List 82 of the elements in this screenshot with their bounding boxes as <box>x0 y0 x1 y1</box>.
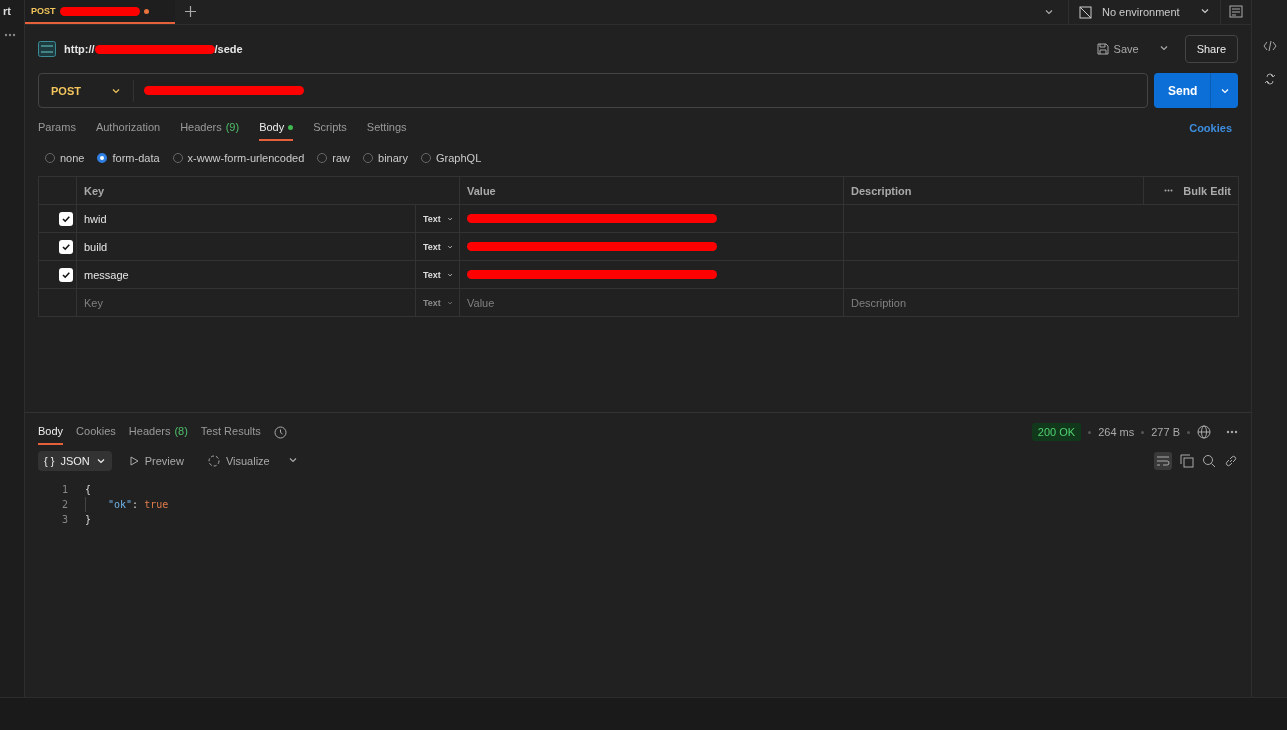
key-cell[interactable]: hwid <box>84 212 107 225</box>
history-icon[interactable] <box>273 425 287 439</box>
body-type-radio[interactable]: raw <box>317 152 351 164</box>
value-cell[interactable] <box>459 232 844 261</box>
chevron-down-icon <box>287 455 298 465</box>
response-time: 264 ms <box>1098 426 1135 438</box>
row-checkbox[interactable] <box>59 239 73 254</box>
key-field[interactable]: Key <box>84 296 103 309</box>
checkmark-icon <box>61 241 71 252</box>
environment-icon[interactable] <box>1229 5 1243 19</box>
status-badge: 200 OK <box>1031 423 1082 441</box>
code-line: { <box>85 484 92 495</box>
type-dropdown[interactable]: Text <box>415 205 459 232</box>
search-icon[interactable] <box>1202 454 1216 468</box>
no-environment-icon <box>1079 5 1092 19</box>
response-tab[interactable]: Headers (8) <box>128 419 188 445</box>
key-cell[interactable]: message <box>84 268 129 281</box>
method-dropdown[interactable]: POST <box>39 79 134 102</box>
wrap-lines-icon[interactable] <box>1154 452 1172 470</box>
preview-button[interactable]: Preview <box>123 454 190 468</box>
description-field[interactable]: Description <box>851 296 907 309</box>
row-checkbox[interactable] <box>59 267 73 282</box>
line-number: 1 <box>60 484 69 495</box>
request-section-tab[interactable]: Authorization <box>95 115 161 141</box>
chevron-down-icon <box>1158 43 1169 53</box>
sync-icon[interactable] <box>1264 72 1275 86</box>
save-button[interactable]: Save <box>1090 42 1145 56</box>
format-dropdown[interactable]: { } JSON <box>38 451 112 471</box>
response-tab[interactable]: Test Results <box>200 419 261 445</box>
column-header: Description <box>843 176 1144 205</box>
globe-icon[interactable] <box>1197 425 1211 439</box>
link-icon[interactable] <box>1224 454 1238 468</box>
column-header: Key <box>76 176 460 205</box>
request-section-tab[interactable]: Scripts <box>313 115 347 141</box>
body-type-radio[interactable]: x-www-form-urlencoded <box>172 152 305 164</box>
type-dropdown[interactable]: Text <box>415 289 459 316</box>
type-dropdown[interactable]: Text <box>415 261 459 288</box>
more-icon[interactable] <box>1226 430 1238 434</box>
checkmark-icon <box>61 213 71 224</box>
method-label: POST <box>31 6 56 16</box>
value-cell[interactable] <box>459 204 844 233</box>
checkmark-icon <box>61 269 71 280</box>
row-checkbox[interactable] <box>59 211 73 226</box>
request-name: http:// /sede <box>64 43 243 55</box>
body-type-radio[interactable]: binary <box>363 152 409 164</box>
type-dropdown[interactable]: Text <box>415 233 459 260</box>
response-tab[interactable]: Body <box>38 419 64 445</box>
sidebar-label: rt <box>2 4 11 17</box>
request-section-tab[interactable]: Settings <box>366 115 407 141</box>
environment-label: No environment <box>1102 6 1180 18</box>
request-section-tab[interactable]: Headers (9) <box>180 115 240 141</box>
code-line: "ok": true <box>108 499 169 510</box>
code-line: } <box>85 514 92 525</box>
line-number: 3 <box>60 514 69 525</box>
plus-icon <box>185 6 196 17</box>
copy-icon[interactable] <box>1180 454 1194 468</box>
share-button[interactable]: Share <box>1184 35 1238 63</box>
code-icon[interactable] <box>1262 40 1277 52</box>
more-icon[interactable] <box>1164 189 1174 192</box>
key-cell[interactable]: build <box>84 240 108 253</box>
chevron-down-icon <box>1044 7 1054 17</box>
http-icon <box>38 41 56 57</box>
more-icon[interactable] <box>4 33 16 37</box>
value-field[interactable]: Value <box>467 296 495 309</box>
dashed-circle-icon <box>207 455 220 467</box>
body-type-radio[interactable]: none <box>45 152 85 164</box>
body-type-radio[interactable]: GraphQL <box>421 152 482 164</box>
response-tab[interactable]: Cookies <box>76 419 116 445</box>
environment-selector[interactable]: No environment <box>1068 0 1220 24</box>
chevron <box>1200 6 1210 16</box>
body-type-radio[interactable]: form-data <box>97 152 160 164</box>
column-header: Value <box>459 176 844 205</box>
cookies-link[interactable]: Cookies <box>1183 121 1238 135</box>
request-section-tab[interactable]: Params <box>38 115 76 141</box>
play-icon <box>129 456 139 466</box>
value-cell[interactable] <box>459 260 844 289</box>
line-number: 2 <box>60 499 69 510</box>
request-section-tab[interactable]: Body <box>259 115 294 141</box>
chevron <box>95 456 106 466</box>
visualize-button[interactable]: Visualize <box>201 454 276 468</box>
braces-label: { } <box>44 455 55 467</box>
response-size: 277 B <box>1151 426 1180 438</box>
